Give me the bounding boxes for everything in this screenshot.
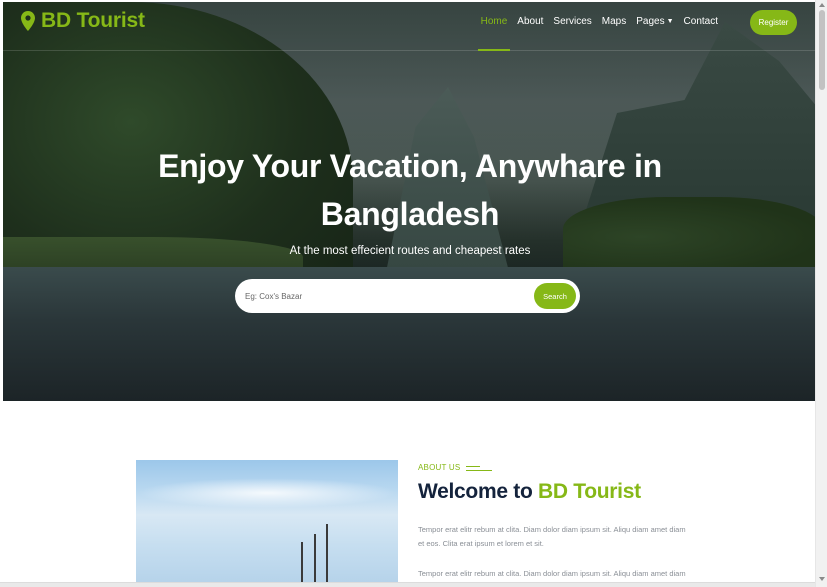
nav-item-home[interactable]: Home: [476, 16, 513, 51]
about-image-pole: [326, 524, 328, 582]
register-button[interactable]: Register: [750, 10, 797, 35]
about-section-label: ABOUT US: [418, 463, 493, 472]
about-image-cloud: [136, 478, 398, 508]
brand-name: BD Tourist: [41, 9, 145, 32]
about-label-text: ABOUT US: [418, 463, 461, 472]
scroll-thumb[interactable]: [819, 10, 825, 90]
about-heading-prefix: Welcome to: [418, 480, 539, 503]
nav-item-pages-label: Pages: [636, 16, 665, 27]
about-label-divider: [466, 465, 493, 471]
nav-item-pages[interactable]: Pages ▼: [631, 16, 678, 27]
horizontal-scrollbar[interactable]: [0, 582, 815, 587]
about-image: [136, 460, 398, 582]
main-nav: Home About Services Maps Pages ▼ Contact: [476, 16, 723, 51]
map-marker-icon: [21, 11, 35, 31]
divider-line-short: [466, 465, 481, 467]
nav-item-contact[interactable]: Contact: [679, 16, 723, 27]
about-paragraph-1: Tempor erat elitr rebum at clita. Diam d…: [418, 525, 686, 548]
scroll-up-arrow-icon[interactable]: [819, 3, 825, 7]
hero-subtitle: At the most effecient routes and cheapes…: [289, 245, 531, 257]
search-input[interactable]: [245, 287, 525, 305]
scroll-down-arrow-icon[interactable]: [819, 577, 825, 581]
divider-line-long: [466, 469, 493, 471]
nav-item-services[interactable]: Services: [548, 16, 596, 27]
about-heading: Welcome to BD Tourist: [418, 480, 641, 504]
navbar: BD Tourist Home About Services Maps Page…: [3, 2, 815, 51]
about-image-pole: [301, 542, 303, 582]
about-heading-accent: BD Tourist: [538, 480, 641, 503]
about-image-pole: [314, 534, 316, 582]
vertical-scrollbar[interactable]: [815, 0, 827, 587]
caret-down-icon: ▼: [666, 18, 674, 25]
search-button[interactable]: Search: [534, 283, 576, 309]
hero-title: Enjoy Your Vacation, Anywhare in Banglad…: [158, 148, 662, 232]
brand-logo[interactable]: BD Tourist: [21, 9, 145, 33]
search-bar: Search: [235, 279, 580, 313]
nav-item-about[interactable]: About: [512, 16, 548, 27]
nav-item-maps[interactable]: Maps: [597, 16, 631, 27]
